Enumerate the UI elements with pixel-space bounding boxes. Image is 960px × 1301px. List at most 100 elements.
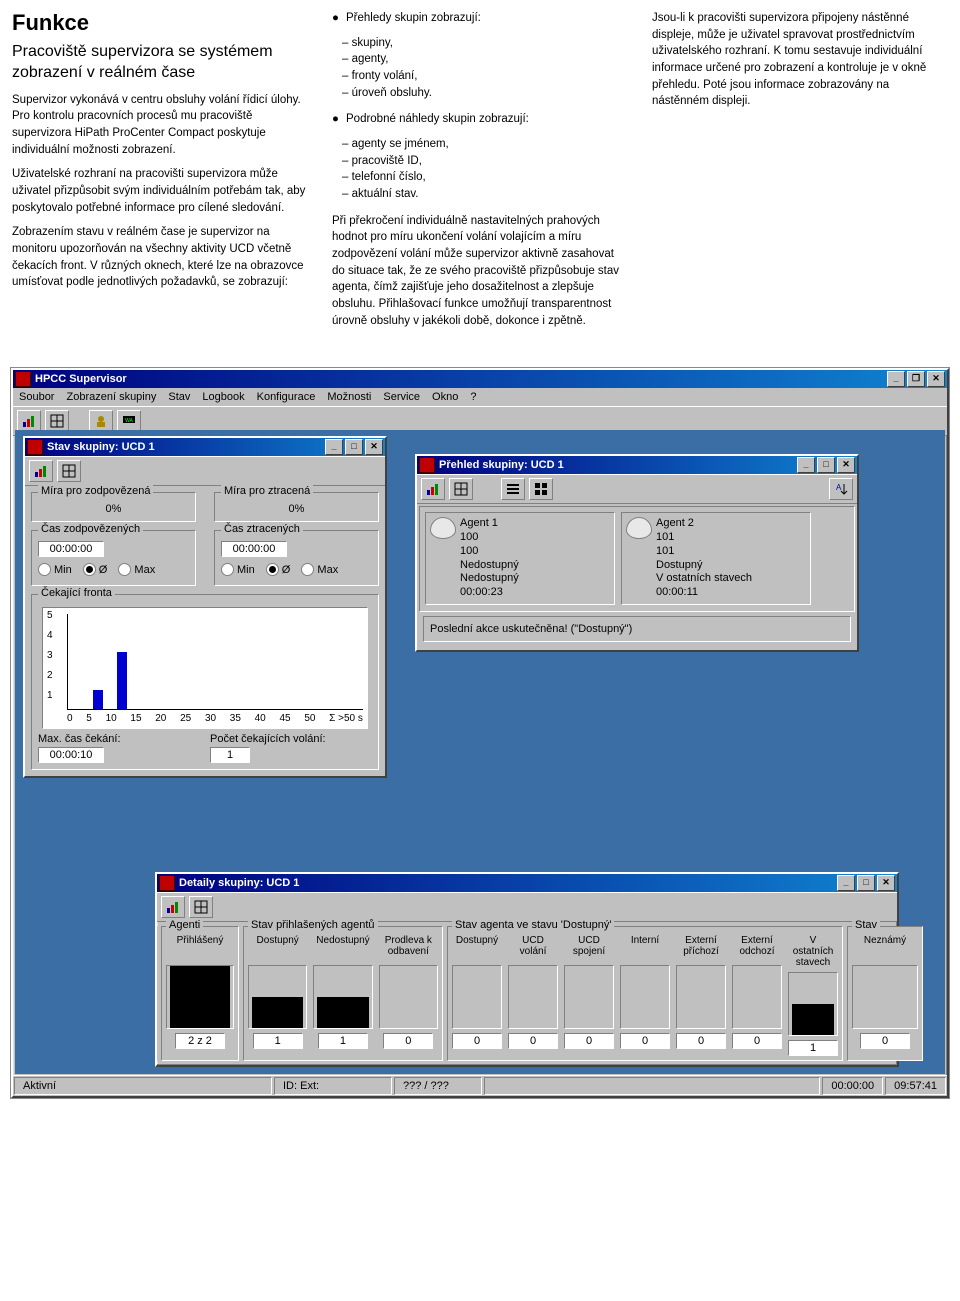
- value-pocet-cekajicich: 1: [210, 747, 250, 763]
- detail-col-value: 1: [318, 1033, 368, 1049]
- heading-funkce: Funkce: [12, 10, 308, 36]
- detail-bar: [452, 965, 502, 1029]
- maximize-button[interactable]: □: [817, 457, 835, 473]
- detail-col-value: 0: [564, 1033, 614, 1049]
- toolbar-grid-icon[interactable]: [57, 460, 81, 482]
- minimize-button[interactable]: _: [837, 875, 855, 891]
- toolbar-chart-icon[interactable]: [17, 410, 41, 432]
- value-max-cas: 00:00:10: [38, 747, 104, 763]
- status-bar: Aktivní ID: Ext: ??? / ??? 00:00:00 09:5…: [13, 1075, 947, 1096]
- status-spacer: [484, 1077, 820, 1095]
- toolbar-agent-icon[interactable]: [89, 410, 113, 432]
- svg-text:A: A: [836, 483, 842, 492]
- detail-col-label: Interní: [620, 935, 670, 961]
- minimize-button[interactable]: _: [325, 439, 343, 455]
- mdi-area: Stav skupiny: UCD 1 _ □ ✕ Míra pro: [15, 430, 945, 1074]
- list-item: aktuální stav.: [342, 186, 628, 203]
- detail-bar: [732, 965, 782, 1029]
- status-window-title: Stav skupiny: UCD 1: [47, 441, 155, 453]
- status-titlebar[interactable]: Stav skupiny: UCD 1 _ □ ✕: [25, 438, 385, 456]
- toolbar-wallboard-icon[interactable]: WA: [117, 410, 141, 432]
- maximize-button[interactable]: □: [857, 875, 875, 891]
- toolbar-grid-icon[interactable]: [45, 410, 69, 432]
- overview-titlebar[interactable]: Přehled skupiny: UCD 1 _ □ ✕: [417, 456, 857, 474]
- list-item: pracoviště ID,: [342, 153, 628, 170]
- para-3: Zobrazením stavu v reálném čase je super…: [12, 224, 308, 291]
- radio-avg-2[interactable]: Ø: [266, 563, 291, 576]
- label-cas-zodp: Čas zodpovězených: [38, 523, 143, 535]
- value-cas-ztr: 00:00:00: [221, 541, 287, 557]
- maximize-button[interactable]: □: [345, 439, 363, 455]
- detail-column: Externí příchozí0: [676, 935, 726, 1056]
- toolbar-tiles-icon[interactable]: [529, 478, 553, 500]
- menu-okno[interactable]: Okno: [432, 391, 458, 403]
- toolbar-chart-icon[interactable]: [161, 896, 185, 918]
- agent-card[interactable]: Agent 1100100NedostupnýNedostupný00:00:2…: [425, 512, 615, 605]
- detail-bar: [620, 965, 670, 1029]
- detail-col-label: UCD volání: [508, 935, 558, 961]
- toolbar-list-icon[interactable]: [501, 478, 525, 500]
- group-stav-agenta: Stav agenta ve stavu 'Dostupný': [452, 919, 614, 931]
- menu-stav[interactable]: Stav: [168, 391, 190, 403]
- menu-konfigurace[interactable]: Konfigurace: [257, 391, 316, 403]
- detail-bar: [313, 965, 372, 1029]
- restore-button[interactable]: ❐: [907, 371, 925, 387]
- menu-bar: Soubor Zobrazení skupiny Stav Logbook Ko…: [13, 388, 947, 406]
- detail-column: Neznámý0: [852, 935, 918, 1049]
- label-max-cas: Max. čas čekání:: [38, 733, 200, 745]
- para-1: Supervizor vykonává v centru obsluhy vol…: [12, 92, 308, 159]
- xtick: 45: [279, 713, 290, 724]
- main-window: HPCC Supervisor _ ❐ ✕ Soubor Zobrazení s…: [11, 368, 949, 1098]
- agent-card[interactable]: Agent 2101101DostupnýV ostatních stavech…: [621, 512, 811, 605]
- radio-min-2[interactable]: Min: [221, 563, 255, 576]
- minimize-button[interactable]: _: [797, 457, 815, 473]
- menu-zobrazeni[interactable]: Zobrazení skupiny: [66, 391, 156, 403]
- close-button[interactable]: ✕: [837, 457, 855, 473]
- detail-bar: [508, 965, 558, 1029]
- xtick: 30: [205, 713, 216, 724]
- agent-time: 00:00:23: [460, 586, 610, 600]
- menu-help[interactable]: ?: [470, 391, 476, 403]
- toolbar-grid-icon[interactable]: [449, 478, 473, 500]
- list-item: agenty,: [342, 51, 628, 68]
- detail-col-label: UCD spojení: [564, 935, 614, 961]
- toolbar-chart-icon[interactable]: [421, 478, 445, 500]
- menu-service[interactable]: Service: [383, 391, 420, 403]
- toolbar-sort-icon[interactable]: A: [829, 478, 853, 500]
- status-left: Aktivní: [14, 1077, 272, 1095]
- status-toolbar: [25, 456, 385, 486]
- details-titlebar[interactable]: Detaily skupiny: UCD 1 _ □ ✕: [157, 874, 897, 892]
- list-item: úroveň obsluhy.: [342, 85, 628, 102]
- minimize-button[interactable]: _: [887, 371, 905, 387]
- radio-min[interactable]: Min: [38, 563, 72, 576]
- value-mira-ztr: 0%: [221, 503, 372, 515]
- detail-column: Přihlášený2 z 2: [166, 935, 234, 1049]
- radio-max-2[interactable]: Max: [301, 563, 338, 576]
- close-button[interactable]: ✕: [877, 875, 895, 891]
- menu-logbook[interactable]: Logbook: [202, 391, 244, 403]
- agent-name: Agent 2: [656, 517, 806, 531]
- app-icon: [15, 371, 31, 387]
- detail-col-value: 0: [620, 1033, 670, 1049]
- menu-moznosti[interactable]: Možnosti: [327, 391, 371, 403]
- detail-column: Dostupný1: [248, 935, 307, 1049]
- label-cekajici-fronta: Čekající fronta: [38, 587, 115, 599]
- list-item: telefonní číslo,: [342, 169, 628, 186]
- group-stav-prihl: Stav přihlašených agentů: [248, 919, 378, 931]
- menu-soubor[interactable]: Soubor: [19, 391, 54, 403]
- label-mira-zodp: Míra pro zodpovězená: [38, 485, 153, 497]
- toolbar-chart-icon[interactable]: [29, 460, 53, 482]
- list-item: fronty volání,: [342, 68, 628, 85]
- radio-avg[interactable]: Ø: [83, 563, 108, 576]
- app-title: HPCC Supervisor: [35, 373, 127, 385]
- detail-col-value: 1: [788, 1040, 838, 1056]
- close-button[interactable]: ✕: [927, 371, 945, 387]
- overview-window-title: Přehled skupiny: UCD 1: [439, 459, 564, 471]
- toolbar-grid-icon[interactable]: [189, 896, 213, 918]
- close-button[interactable]: ✕: [365, 439, 383, 455]
- main-titlebar[interactable]: HPCC Supervisor _ ❐ ✕: [13, 370, 947, 388]
- xtick: 10: [106, 713, 117, 724]
- label-mira-ztr: Míra pro ztracená: [221, 485, 313, 497]
- agent-time: 00:00:11: [656, 586, 806, 600]
- radio-max[interactable]: Max: [118, 563, 155, 576]
